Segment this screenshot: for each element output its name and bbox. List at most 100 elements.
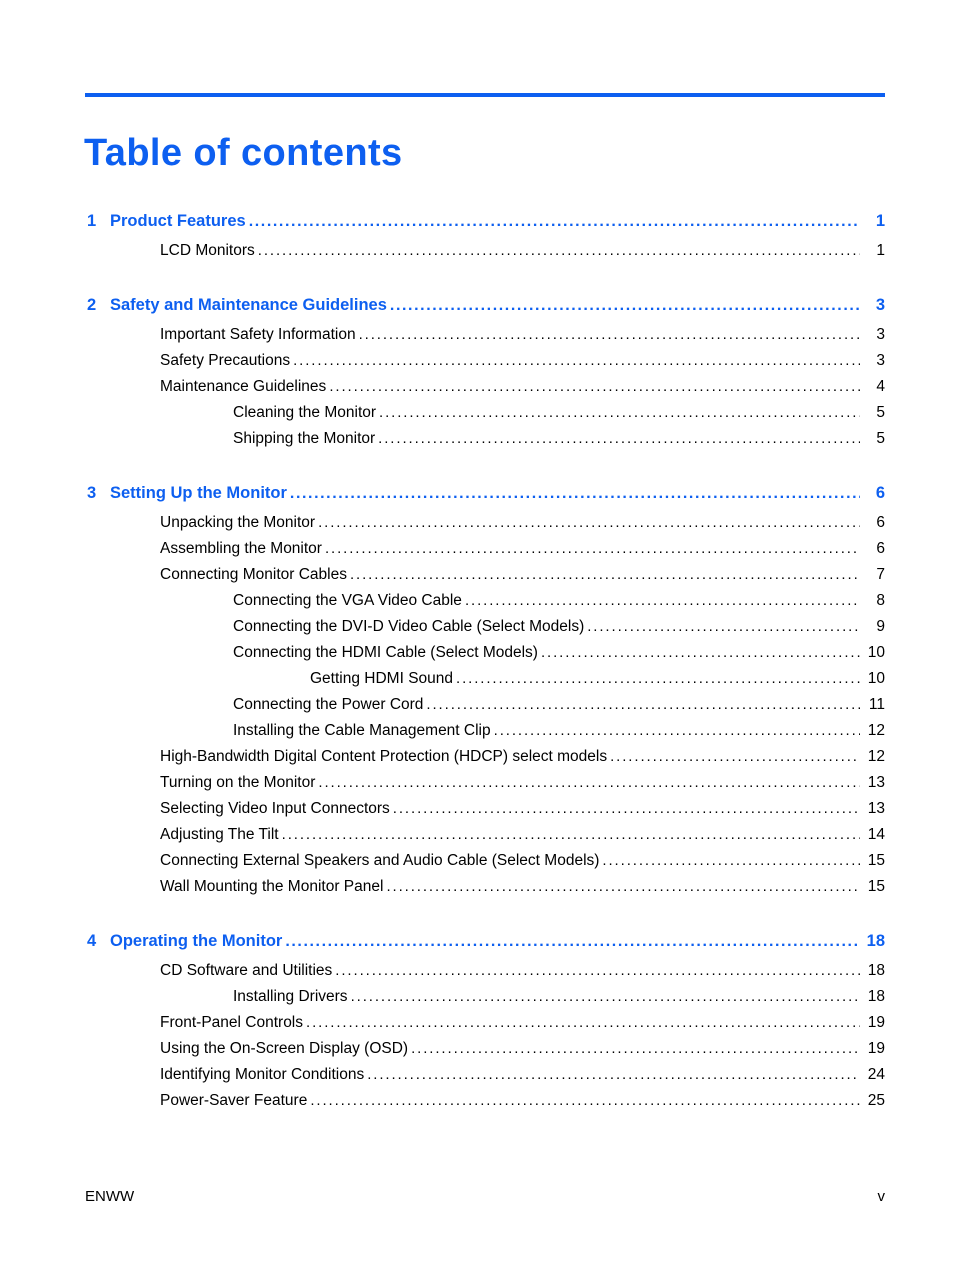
toc-entry-label: Identifying Monitor Conditions [160, 1066, 365, 1083]
toc-chapter-entry[interactable]: 1 Product Features.......................… [0, 212, 954, 242]
toc-dot-leader: ........................................… [411, 1041, 860, 1056]
toc-entry-label: Turning on the Monitor [160, 774, 316, 791]
toc-section-entry[interactable]: Important Safety Information............… [0, 326, 954, 352]
toc-chapter-number: 4 [87, 932, 97, 950]
toc-entry-page-number: 13 [867, 774, 885, 791]
toc-dot-leader: ........................................… [324, 541, 860, 556]
toc-entry-label: Important Safety Information [160, 326, 356, 343]
toc-dot-leader: ........................................… [379, 405, 860, 420]
toc-section-entry[interactable]: Connecting Monitor Cables...............… [0, 566, 954, 592]
toc-section-entry[interactable]: Turning on the Monitor..................… [0, 774, 954, 800]
toc-dot-leader: ........................................… [587, 619, 860, 634]
toc-dot-leader: ........................................… [464, 593, 860, 608]
toc-section-entry[interactable]: Using the On-Screen Display (OSD).......… [0, 1040, 954, 1066]
toc-section-entry[interactable]: Power-Saver Feature.....................… [0, 1092, 954, 1118]
toc-entry-label: Installing the Cable Management Clip [233, 722, 491, 739]
toc-dot-leader: ........................................… [329, 379, 860, 394]
title-rule [85, 93, 885, 97]
toc-section-entry[interactable]: Connecting the HDMI Cable (Select Models… [0, 644, 954, 670]
toc-entry-label: Connecting Monitor Cables [160, 566, 347, 583]
toc-dot-leader: ........................................… [392, 801, 860, 816]
toc-dot-leader: ........................................… [389, 298, 860, 314]
toc-section-entry[interactable]: Wall Mounting the Monitor Panel.........… [0, 878, 954, 904]
toc-entry-page-number: 6 [875, 484, 885, 502]
toc-chapter-entry[interactable]: 4 Operating the Monitor..................… [0, 932, 954, 962]
toc-dot-leader: ........................................… [350, 989, 860, 1004]
toc-entry-page-number: 19 [867, 1014, 885, 1031]
toc-section-entry[interactable]: Getting HDMI Sound......................… [0, 670, 954, 696]
toc-section-entry[interactable]: Unpacking the Monitor...................… [0, 514, 954, 540]
toc-dot-leader: ........................................… [257, 243, 860, 258]
toc-entry-page-number: 25 [867, 1092, 885, 1109]
toc-entry-page-number: 3 [876, 326, 885, 343]
toc-section-entry[interactable]: Connecting External Speakers and Audio C… [0, 852, 954, 878]
toc-entry-label: Installing Drivers [233, 988, 348, 1005]
toc-section-entry[interactable]: Installing the Cable Management Clip....… [0, 722, 954, 748]
toc-entry-label: Safety and Maintenance Guidelines [110, 296, 387, 314]
toc-dot-leader: ........................................… [293, 353, 860, 368]
toc-entry-page-number: 6 [876, 514, 885, 531]
footer-left-label: ENWW [85, 1188, 135, 1205]
footer-page-number: v [877, 1188, 886, 1205]
toc-section-entry[interactable]: Identifying Monitor Conditions..........… [0, 1066, 954, 1092]
toc-entry-label: Assembling the Monitor [160, 540, 322, 557]
toc-dot-leader: ........................................… [248, 214, 860, 230]
toc-section-entry[interactable]: Connecting the Power Cord...............… [0, 696, 954, 722]
toc-entry-label: Connecting External Speakers and Audio C… [160, 852, 600, 869]
toc-chapter-gap [0, 456, 954, 484]
toc-dot-leader: ........................................… [318, 775, 860, 790]
toc-section-entry[interactable]: CD Software and Utilities...............… [0, 962, 954, 988]
toc-entry-page-number: 11 [868, 696, 885, 713]
toc-entry-label: High-Bandwidth Digital Content Protectio… [160, 748, 608, 765]
toc-entry-label: Shipping the Monitor [233, 430, 376, 447]
toc-entry-label: Connecting the Power Cord [233, 696, 424, 713]
toc-section-entry[interactable]: Front-Panel Controls....................… [0, 1014, 954, 1040]
toc-entry-page-number: 8 [876, 592, 885, 609]
toc-section-entry[interactable]: Adjusting The Tilt......................… [0, 826, 954, 852]
toc-chapter-entry[interactable]: 3 Setting Up the Monitor.................… [0, 484, 954, 514]
toc-entry-page-number: 13 [867, 800, 885, 817]
toc-dot-leader: ........................................… [378, 431, 860, 446]
toc-dot-leader: ........................................… [349, 567, 860, 582]
toc-dot-leader: ........................................… [602, 853, 860, 868]
toc-section-entry[interactable]: Assembling the Monitor..................… [0, 540, 954, 566]
toc-section-entry[interactable]: LCD Monitors............................… [0, 242, 954, 268]
toc-dot-leader: ........................................… [610, 749, 860, 764]
toc-chapter-number: 2 [87, 296, 97, 314]
toc-dot-leader: ........................................… [306, 1015, 860, 1030]
toc-entry-label: Product Features [110, 212, 246, 230]
table-of-contents: 1 Product Features.......................… [0, 212, 954, 1118]
toc-entry-page-number: 1 [875, 212, 885, 230]
toc-entry-label: Unpacking the Monitor [160, 514, 316, 531]
toc-dot-leader: ........................................… [285, 934, 860, 950]
toc-dot-leader: ........................................… [335, 963, 860, 978]
toc-entry-page-number: 7 [876, 566, 885, 583]
toc-section-entry[interactable]: High-Bandwidth Digital Content Protectio… [0, 748, 954, 774]
page-footer: ENWW v [85, 1188, 885, 1205]
toc-section-entry[interactable]: Cleaning the Monitor....................… [0, 404, 954, 430]
toc-entry-page-number: 12 [867, 722, 885, 739]
toc-chapter-gap [0, 904, 954, 932]
toc-entry-page-number: 4 [876, 378, 885, 395]
toc-entry-label: Adjusting The Tilt [160, 826, 279, 843]
toc-section-entry[interactable]: Installing Drivers......................… [0, 988, 954, 1014]
toc-section-entry[interactable]: Connecting the VGA Video Cable..........… [0, 592, 954, 618]
toc-dot-leader: ........................................… [456, 671, 860, 686]
toc-section-entry[interactable]: Shipping the Monitor....................… [0, 430, 954, 456]
toc-entry-page-number: 5 [876, 404, 885, 421]
toc-section-entry[interactable]: Selecting Video Input Connectors........… [0, 800, 954, 826]
toc-chapter-number: 1 [87, 212, 97, 230]
toc-section-entry[interactable]: Connecting the DVI-D Video Cable (Select… [0, 618, 954, 644]
toc-dot-leader: ........................................… [358, 327, 860, 342]
toc-entry-label: Getting HDMI Sound [310, 670, 454, 687]
toc-dot-leader: ........................................… [386, 879, 860, 894]
toc-entry-label: Front-Panel Controls [160, 1014, 304, 1031]
toc-chapter-entry[interactable]: 2 Safety and Maintenance Guidelines......… [0, 296, 954, 326]
toc-entry-page-number: 5 [876, 430, 885, 447]
toc-section-entry[interactable]: Safety Precautions......................… [0, 352, 954, 378]
toc-entry-page-number: 15 [867, 852, 885, 869]
toc-entry-label: Selecting Video Input Connectors [160, 800, 390, 817]
toc-section-entry[interactable]: Maintenance Guidelines..................… [0, 378, 954, 404]
toc-entry-page-number: 14 [867, 826, 885, 843]
toc-entry-page-number: 19 [867, 1040, 885, 1057]
